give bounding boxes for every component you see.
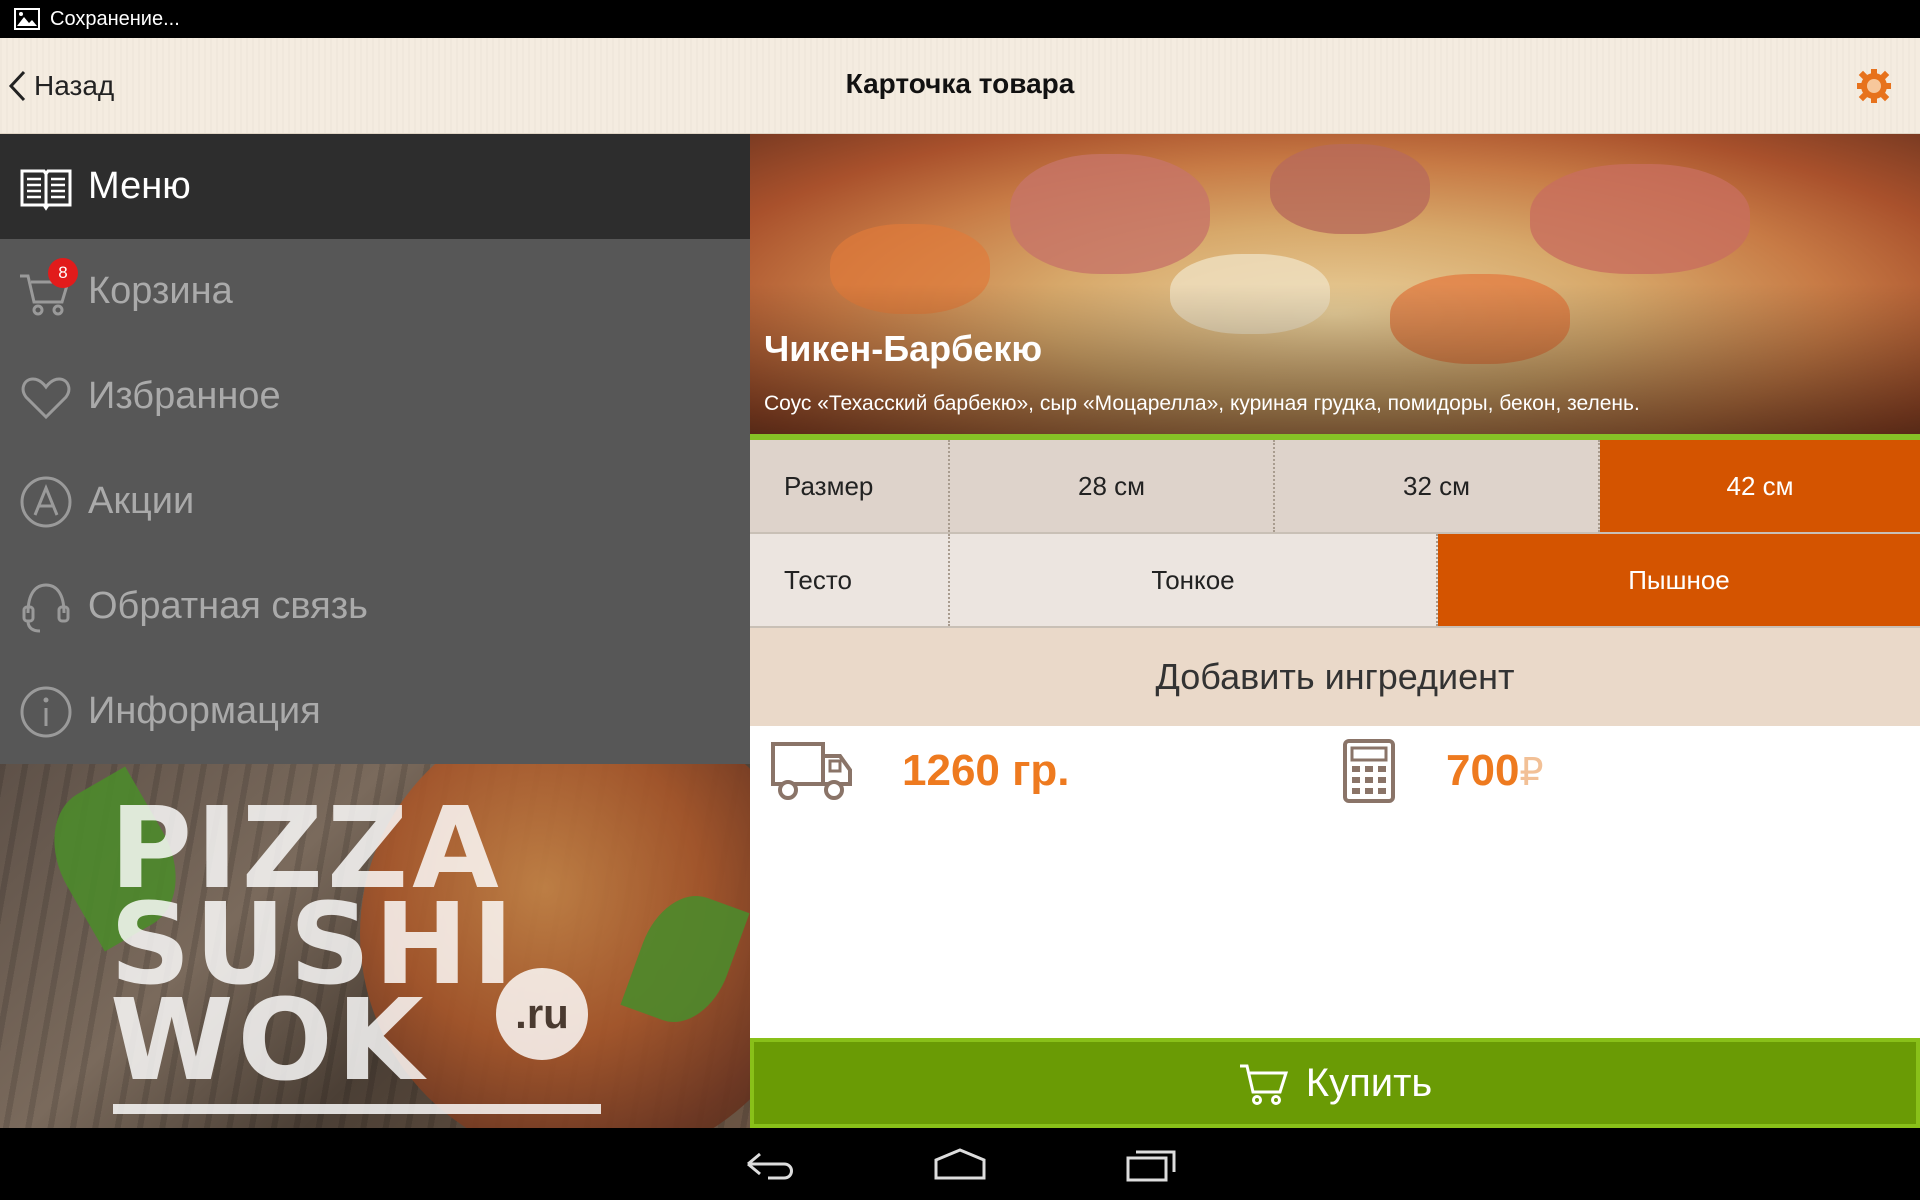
sidebar-item-label: Информация [88, 690, 321, 732]
info-icon [20, 686, 72, 737]
action-bar: Назад Карточка товара [0, 38, 1920, 134]
sidebar-item-info[interactable]: Информация [0, 659, 750, 764]
buy-label: Купить [1305, 1060, 1433, 1105]
product-price: 700₽ [1446, 746, 1544, 796]
headset-icon [22, 582, 70, 632]
cart-icon-wrap: 8 [18, 257, 78, 320]
size-option-28[interactable]: 28 см [950, 440, 1275, 532]
gear-icon[interactable] [1856, 68, 1892, 104]
dough-option-thin[interactable]: Тонкое [950, 534, 1438, 626]
promo-underline [113, 1104, 601, 1114]
sidebar-item-label: Корзина [88, 270, 233, 312]
cart-count-badge: 8 [48, 257, 78, 288]
topping [1270, 144, 1430, 234]
price-value: 700 [1446, 746, 1520, 795]
letter-a-icon [20, 476, 72, 527]
sidebar-item-favorites[interactable]: Избранное [0, 344, 750, 449]
image-icon [14, 8, 40, 30]
product-description: Соус «Техасский барбекю», сыр «Моцарелла… [764, 392, 1640, 415]
recents-icon[interactable] [1122, 1142, 1182, 1186]
sidebar-item-label: Акции [88, 480, 195, 522]
currency-symbol: ₽ [1519, 752, 1544, 794]
sidebar-item-label: Меню [88, 165, 191, 207]
sidebar: Меню 8 Корзина Избранное Акции Обратная … [0, 134, 750, 764]
heart-icon [21, 376, 71, 419]
truck-icon [771, 742, 852, 800]
dough-selector: Тесто Тонкое Пышное [750, 534, 1920, 628]
topping [1010, 154, 1210, 274]
status-bar: Сохранение... [0, 0, 1920, 38]
sidebar-item-menu[interactable]: Меню [0, 134, 750, 239]
size-selector: Размер 28 см 32 см 42 см [750, 440, 1920, 534]
add-ingredient-button[interactable]: Добавить ингредиент [750, 628, 1920, 726]
sidebar-item-label: Обратная связь [88, 585, 368, 627]
promo-banner[interactable]: PIZZA SUSHI WOK .ru [0, 764, 750, 1128]
topping [1530, 164, 1750, 274]
sidebar-item-feedback[interactable]: Обратная связь [0, 554, 750, 659]
dough-option-fluffy[interactable]: Пышное [1438, 534, 1920, 626]
book-icon [20, 169, 72, 211]
product-card: Чикен-Барбекю Соус «Техасский барбекю», … [750, 134, 1920, 1128]
home-icon[interactable] [930, 1142, 990, 1186]
product-weight: 1260 гр. [902, 746, 1070, 795]
back-icon[interactable] [740, 1142, 800, 1186]
product-image: Чикен-Барбекю Соус «Техасский барбекю», … [750, 134, 1920, 434]
buy-button[interactable]: Купить [750, 1038, 1920, 1128]
calculator-icon [1343, 739, 1395, 803]
size-option-42[interactable]: 42 см [1600, 440, 1920, 532]
size-label: Размер [750, 440, 950, 532]
sidebar-item-label: Избранное [88, 375, 281, 417]
promo-line-3: WOK [110, 976, 428, 1106]
status-text: Сохранение... [50, 7, 180, 30]
promo-domain: .ru [496, 968, 588, 1060]
sidebar-item-cart[interactable]: 8 Корзина [0, 239, 750, 344]
dough-label: Тесто [750, 534, 950, 626]
system-nav-bar [0, 1128, 1920, 1200]
cart-icon [1239, 1064, 1288, 1105]
product-info-row: 1260 гр. 700₽ [750, 726, 1920, 836]
size-option-32[interactable]: 32 см [1275, 440, 1600, 532]
sidebar-item-promotions[interactable]: Акции [0, 449, 750, 554]
product-name: Чикен-Барбекю [764, 328, 1043, 369]
page-title: Карточка товара [845, 68, 1075, 99]
